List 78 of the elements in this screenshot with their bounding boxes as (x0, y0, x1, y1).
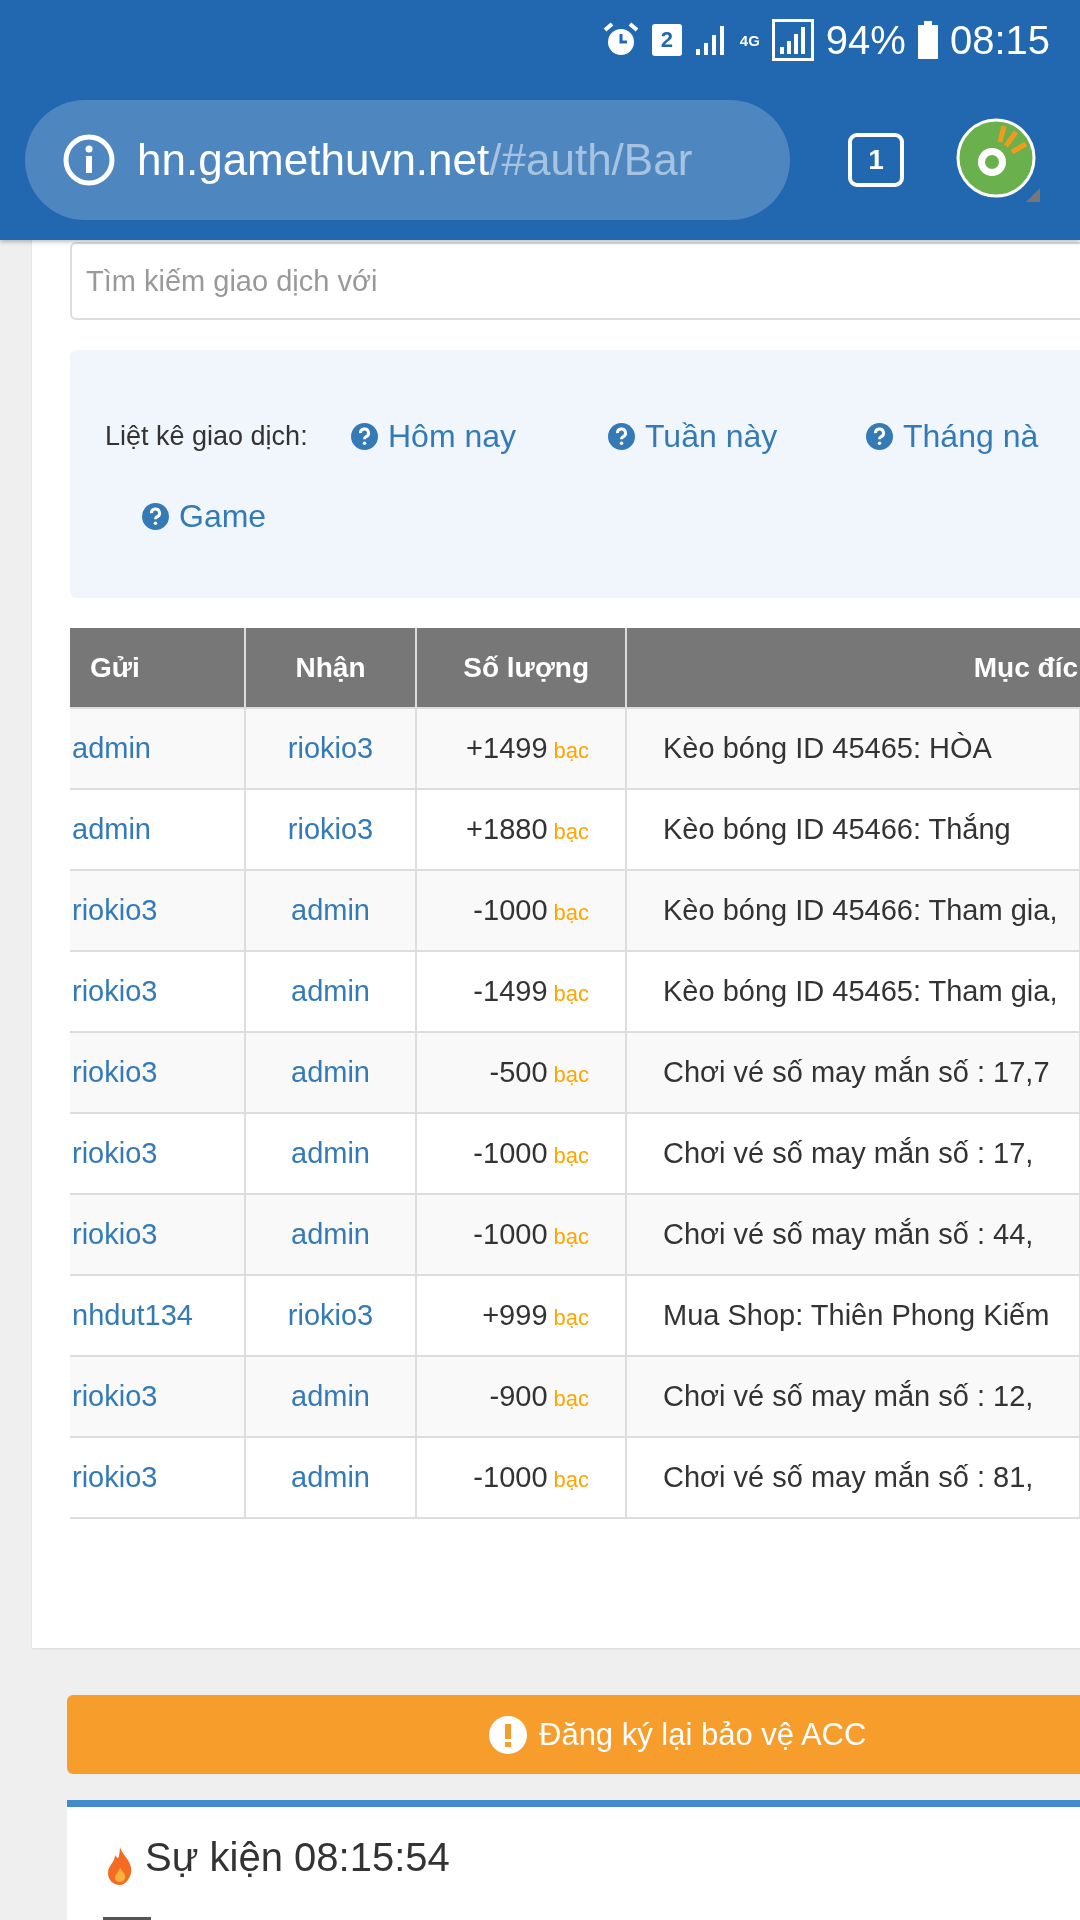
filter-label: Liệt kê giao dịch: (105, 420, 309, 452)
receiver-link[interactable]: admin (291, 1380, 370, 1412)
help-icon (142, 502, 169, 530)
battery-icon (917, 21, 938, 59)
currency-unit: bạc (553, 981, 589, 1006)
receiver-link[interactable]: admin (291, 1461, 370, 1493)
amount-value: +999 (482, 1299, 548, 1331)
currency-unit: bạc (553, 1386, 589, 1411)
address-bar[interactable]: hn.gamethuvn.net/#auth/Bar (25, 100, 790, 220)
currency-unit: bạc (553, 738, 589, 763)
receiver-link[interactable]: admin (291, 975, 370, 1007)
help-icon (351, 422, 378, 450)
receiver-link[interactable]: admin (291, 1218, 370, 1250)
signal-icon (771, 19, 814, 61)
clock-time: 08:15 (949, 17, 1050, 63)
receiver-link[interactable]: riokio3 (287, 813, 374, 845)
purpose-cell: Chơi vé số may mắn số : 81, (626, 1437, 1080, 1518)
sender-link[interactable]: riokio3 (72, 1461, 158, 1493)
purpose-cell: Mua Shop: Thiên Phong Kiếm (626, 1275, 1080, 1356)
sender-link[interactable]: riokio3 (72, 1056, 158, 1088)
exclamation-icon (489, 1715, 527, 1754)
amount-value: +1880 (466, 813, 548, 845)
battery-percent: 94% (825, 17, 906, 63)
filter-link[interactable]: Tháng nà (866, 417, 1080, 455)
tab-count-button[interactable]: 1 (848, 133, 904, 187)
receiver-link[interactable]: admin (291, 1137, 370, 1169)
sender-link[interactable]: riokio3 (72, 1137, 158, 1169)
sender-link[interactable]: admin (72, 732, 151, 764)
purpose-cell: Kèo bóng ID 45465: HÒA (626, 708, 1080, 789)
purpose-cell: Chơi vé số may mắn số : 17,7 (626, 1032, 1080, 1113)
amount-value: -500 (489, 1056, 548, 1088)
currency-unit: bạc (553, 1143, 589, 1168)
purpose-cell: Kèo bóng ID 45466: Tham gia, (626, 870, 1080, 951)
currency-unit: bạc (553, 1467, 589, 1492)
sender-link[interactable]: admin (72, 813, 151, 845)
amount-value: -1000 (473, 1461, 548, 1493)
search-field[interactable]: Tìm kiếm giao dịch với (70, 242, 1080, 320)
purpose-cell: Chơi vé số may mắn số : 12, (626, 1356, 1080, 1437)
receiver-link[interactable]: riokio3 (287, 1299, 374, 1331)
amount-value: -1499 (473, 975, 548, 1007)
purpose-cell: Chơi vé số may mắn số : 17, (626, 1113, 1080, 1194)
purpose-cell: Kèo bóng ID 45466: Thắng (626, 789, 1080, 870)
help-icon (866, 422, 893, 450)
sender-link[interactable]: riokio3 (72, 975, 158, 1007)
sender-link[interactable]: nhdut134 (72, 1299, 193, 1331)
currency-unit: bạc (553, 1305, 589, 1330)
sim-card-icon: 2 (651, 24, 682, 56)
column-header: Nhận (245, 628, 416, 708)
filter-link[interactable]: Tuần này (608, 417, 866, 455)
filter-link[interactable]: Game (142, 497, 267, 535)
column-header: Gửi (70, 628, 245, 708)
purpose-cell: Kèo bóng ID 45465: Tham gia, (626, 951, 1080, 1032)
receiver-link[interactable]: admin (291, 894, 370, 926)
info-icon (63, 134, 115, 186)
filter-link[interactable]: Hôm nay (351, 417, 608, 455)
currency-unit: bạc (553, 1062, 589, 1087)
currency-unit: bạc (553, 819, 589, 844)
sender-link[interactable]: riokio3 (72, 894, 158, 926)
sender-link[interactable]: riokio3 (72, 1380, 158, 1412)
receiver-link[interactable]: riokio3 (287, 732, 374, 764)
amount-value: -1000 (473, 894, 548, 926)
browser-logo-icon[interactable] (956, 118, 1040, 202)
amount-value: -1000 (473, 1137, 548, 1169)
url-text: hn.gamethuvn.net/#auth/Bar (137, 135, 693, 185)
currency-unit: bạc (553, 1224, 589, 1249)
amount-value: +1499 (466, 732, 548, 764)
flame-icon (107, 1847, 133, 1885)
amount-value: -900 (489, 1380, 548, 1412)
currency-unit: bạc (553, 900, 589, 925)
amount-value: -1000 (473, 1218, 548, 1250)
purpose-cell: Chơi vé số may mắn số : 44, (626, 1194, 1080, 1275)
sender-link[interactable]: riokio3 (72, 1218, 158, 1250)
column-header: Mục đíc (626, 628, 1080, 708)
event-title: Sự kiện 08:15:54 (145, 1835, 450, 1880)
receiver-link[interactable]: admin (291, 1056, 370, 1088)
network-type-label: 4G (739, 31, 760, 49)
column-header: Số lượng (416, 628, 626, 708)
help-icon (608, 422, 635, 450)
